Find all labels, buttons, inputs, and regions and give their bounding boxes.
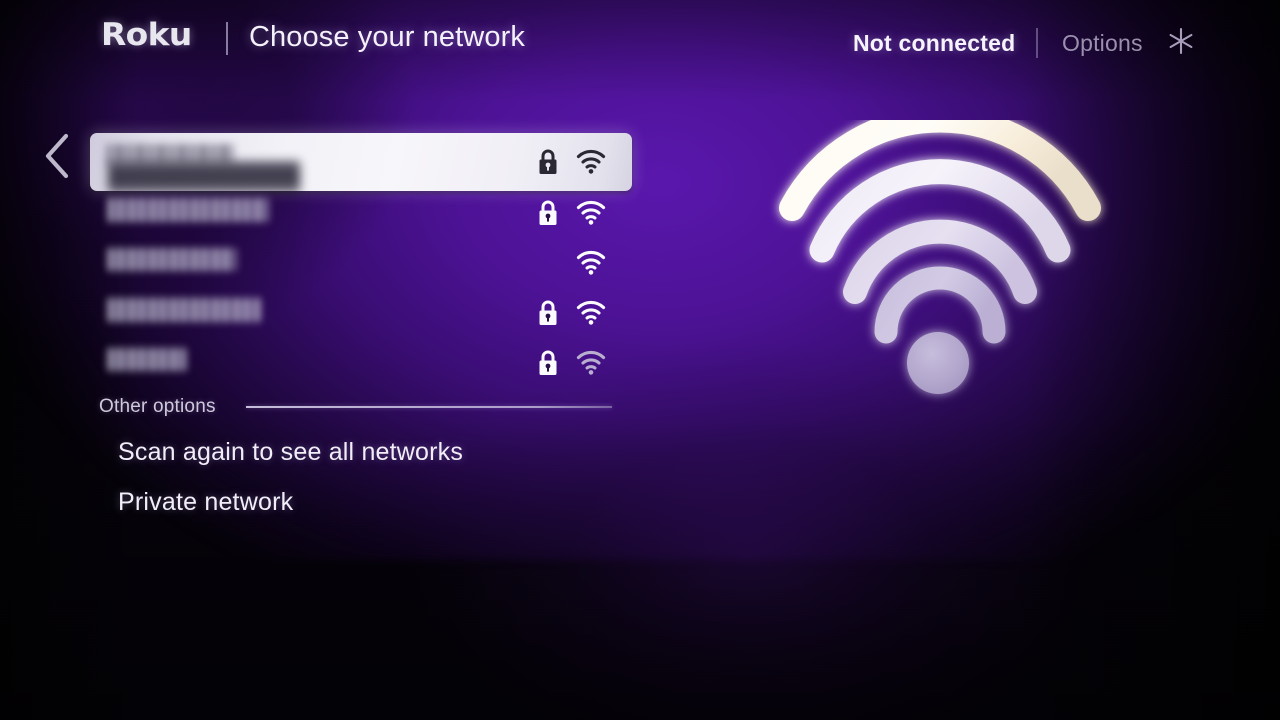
- private-network-option[interactable]: Private network: [118, 488, 293, 517]
- network-row-1[interactable]: [90, 139, 632, 193]
- network-name-censored: [108, 348, 186, 371]
- wifi-icon: [576, 250, 606, 275]
- other-options-label: Other options: [99, 396, 216, 417]
- wifi-icon: [576, 350, 606, 375]
- wifi-large-icon: [779, 120, 1101, 394]
- network-row-2[interactable]: [90, 190, 632, 236]
- network-row-3[interactable]: [90, 240, 632, 286]
- scan-again-option[interactable]: Scan again to see all networks: [118, 438, 463, 467]
- network-name-censored: [108, 198, 268, 222]
- wifi-icon: [576, 300, 606, 325]
- other-options-divider: [246, 406, 612, 408]
- lock-icon: [539, 350, 557, 375]
- network-name-censored: [108, 298, 260, 322]
- network-name-censored: [108, 248, 236, 271]
- lock-icon: [539, 200, 557, 225]
- roku-network-screen: Roku Choose your network Not connected O…: [0, 0, 1280, 720]
- network-name-censored-overflow: [108, 161, 300, 193]
- network-row-5[interactable]: [90, 340, 632, 386]
- lock-icon: [539, 149, 557, 174]
- wifi-icon: [576, 149, 606, 174]
- wifi-icon: [576, 200, 606, 225]
- network-row-4[interactable]: [90, 290, 632, 336]
- lock-icon: [539, 300, 557, 325]
